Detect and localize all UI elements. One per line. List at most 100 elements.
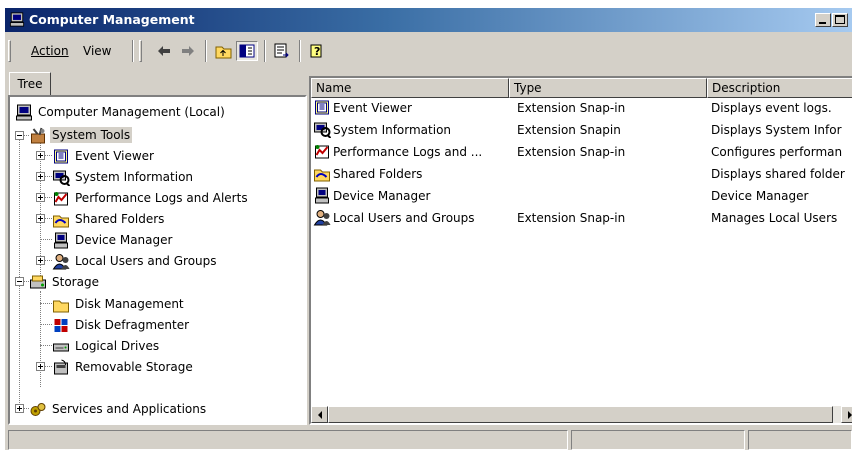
storage-icon — [30, 275, 46, 288]
expand-services-button[interactable] — [15, 404, 24, 413]
scroll-left-button[interactable] — [311, 406, 328, 423]
cell-name: Device Manager — [313, 187, 509, 204]
minimize-button[interactable] — [815, 13, 831, 27]
scroll-right-button[interactable] — [841, 406, 852, 423]
event-viewer-icon — [315, 100, 329, 115]
expand-local-users-button[interactable] — [36, 256, 45, 265]
tree-item-event-viewer[interactable]: Event Viewer — [52, 146, 156, 166]
tree-item-local-users-groups[interactable]: Local Users and Groups — [52, 251, 219, 271]
row-name-text: Performance Logs and ... — [333, 144, 483, 159]
row-name-text: Device Manager — [333, 188, 431, 203]
tree-item-system-tools[interactable]: System Tools — [29, 125, 133, 145]
show-hide-console-tree-button[interactable] — [236, 41, 258, 61]
expand-system-information-button[interactable] — [36, 172, 45, 181]
details-list[interactable]: Name Type Description Event Viewer Exten… — [309, 76, 852, 425]
column-header-name[interactable]: Name — [311, 78, 509, 98]
cell-type: Extension Snapin — [517, 123, 621, 137]
tree-item-label: System Tools — [50, 127, 133, 143]
list-row[interactable]: Event Viewer Extension Snap-in Displays … — [311, 98, 852, 120]
toolbar-separator — [299, 40, 301, 62]
row-name-text: System Information — [333, 122, 452, 137]
column-header-label: Type — [514, 81, 542, 95]
tree-item-system-information[interactable]: System Information — [52, 167, 195, 187]
logical-drives-icon — [53, 343, 69, 351]
list-row[interactable]: Device Manager Device Manager — [311, 186, 852, 208]
tree-connector — [40, 345, 52, 346]
row-name-text: Local Users and Groups — [333, 210, 475, 225]
device-manager-icon — [315, 187, 329, 204]
cell-description: Device Manager — [711, 189, 809, 203]
tree-item-disk-defragmenter[interactable]: Disk Defragmenter — [52, 315, 191, 335]
tab-tree-label: Tree — [17, 77, 43, 91]
tree-item-services-applications[interactable]: Services and Applications — [29, 399, 208, 419]
horizontal-scrollbar[interactable] — [311, 406, 852, 423]
scroll-left-arrow-icon — [317, 410, 322, 419]
status-pane — [748, 430, 852, 450]
folder-up-icon — [215, 46, 231, 59]
system-information-icon — [52, 169, 70, 186]
tree-item-shared-folders[interactable]: Shared Folders — [52, 209, 166, 229]
tree-item-computer-management[interactable]: Computer Management (Local) — [15, 102, 227, 122]
cell-name: Shared Folders — [313, 165, 509, 182]
back-button[interactable] — [153, 41, 175, 61]
tree-item-logical-drives[interactable]: Logical Drives — [52, 336, 161, 356]
list-row[interactable]: Performance Logs and ... Extension Snap-… — [311, 142, 852, 164]
system-information-icon — [313, 122, 331, 138]
event-viewer-icon — [54, 149, 68, 163]
services-applications-icon — [30, 402, 46, 416]
collapse-storage-button[interactable] — [15, 277, 24, 286]
maximize-button[interactable] — [832, 13, 848, 27]
toolbar-grip[interactable] — [8, 40, 11, 62]
tree-connector — [40, 239, 52, 240]
window-title: Computer Management — [29, 12, 195, 27]
expand-removable-storage-button[interactable] — [36, 362, 45, 371]
tree-item-label: Shared Folders — [75, 212, 165, 226]
forward-arrow-icon — [182, 46, 194, 56]
tree-item-removable-storage[interactable]: Removable Storage — [52, 357, 195, 377]
status-pane-main — [8, 430, 568, 450]
export-list-button[interactable] — [271, 41, 293, 61]
list-row[interactable]: Local Users and Groups Extension Snap-in… — [311, 208, 852, 230]
toolbar-grip[interactable] — [139, 40, 142, 62]
help-button[interactable]: ? — [306, 41, 328, 61]
menu-view-label: View — [83, 44, 112, 58]
expand-shared-folders-button[interactable] — [36, 214, 45, 223]
console-tree[interactable]: Computer Management (Local) System Tools… — [8, 95, 307, 425]
cell-name: System Information — [313, 121, 509, 138]
cell-type: Extension Snap-in — [517, 101, 626, 115]
shared-folders-icon — [313, 169, 331, 182]
forward-button[interactable] — [177, 41, 199, 61]
tree-item-label: Computer Management (Local) — [38, 105, 225, 119]
title-bar[interactable]: Computer Management — [5, 8, 852, 32]
cell-type: Extension Snap-in — [517, 145, 626, 159]
disk-defragmenter-icon — [54, 318, 68, 332]
tree-item-storage[interactable]: Storage — [29, 272, 101, 292]
cell-description: Displays System Infor — [711, 123, 842, 137]
tree-item-label: System Information — [75, 170, 194, 184]
disk-management-icon — [53, 300, 69, 312]
row-name-text: Shared Folders — [333, 166, 423, 181]
tree-item-label: Local Users and Groups — [75, 254, 217, 268]
column-header-description[interactable]: Description — [707, 78, 852, 98]
tab-tree[interactable]: Tree — [9, 72, 51, 96]
expand-event-viewer-button[interactable] — [36, 151, 45, 160]
up-one-level-button[interactable] — [212, 41, 234, 61]
scrollbar-thumb[interactable] — [328, 406, 833, 423]
device-manager-icon — [54, 232, 68, 248]
list-row[interactable]: System Information Extension Snapin Disp… — [311, 120, 852, 142]
menu-action[interactable]: Action — [31, 44, 69, 58]
menu-view[interactable]: View — [83, 44, 111, 58]
collapse-system-tools-button[interactable] — [15, 131, 24, 140]
list-row[interactable]: Shared Folders Displays shared folder — [311, 164, 852, 186]
tree-item-label: Performance Logs and Alerts — [75, 191, 248, 205]
computer-icon — [16, 104, 32, 120]
tree-item-performance-logs[interactable]: Performance Logs and Alerts — [52, 188, 250, 208]
expand-performance-logs-button[interactable] — [36, 193, 45, 202]
tree-item-device-manager[interactable]: Device Manager — [52, 230, 174, 250]
column-header-type[interactable]: Type — [509, 78, 707, 98]
tree-item-disk-management[interactable]: Disk Management — [52, 294, 186, 314]
removable-storage-icon — [54, 359, 68, 374]
maximize-icon — [835, 15, 845, 24]
tree-item-label: Logical Drives — [75, 339, 160, 353]
status-pane — [571, 430, 745, 450]
